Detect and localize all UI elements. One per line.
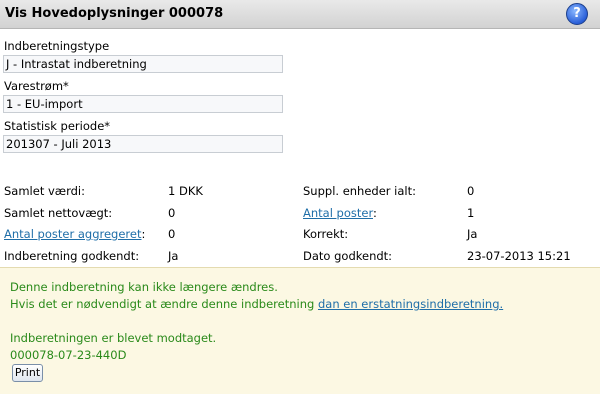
samlet-vaerdi-label: Samlet værdi: — [4, 184, 85, 198]
antal-poster-value: 1 — [467, 206, 475, 220]
replace-message: Hvis det er nødvendigt at ændre denne in… — [10, 297, 503, 311]
samlet-nettovaegt-label: Samlet nettovægt: — [4, 206, 113, 220]
samlet-nettovaegt-value: 0 — [168, 206, 176, 220]
page-header: Vis Hovedoplysninger 000078 ? — [0, 0, 600, 29]
antal-poster-aggregeret-link[interactable]: Antal poster aggregeret — [4, 227, 142, 241]
indberetning-godkendt-label: Indberetning godkendt: — [4, 249, 140, 263]
page-title: Vis Hovedoplysninger 000078 — [5, 6, 224, 21]
varestrom-label: Varestrøm* — [4, 79, 69, 93]
print-button[interactable]: Print — [12, 364, 43, 382]
korrekt-value: Ja — [467, 227, 478, 241]
dato-godkendt-label: Dato godkendt: — [303, 249, 393, 263]
antal-poster-aggregeret-value: 0 — [168, 227, 176, 241]
antal-poster-cell: Antal poster: — [303, 206, 377, 220]
antal-poster-link[interactable]: Antal poster — [303, 206, 373, 220]
statistisk-periode-label: Statistisk periode* — [4, 119, 111, 133]
antal-poster-aggregeret-cell: Antal poster aggregeret: — [4, 227, 146, 241]
suppl-enheder-value: 0 — [467, 184, 475, 198]
suppl-enheder-label: Suppl. enheder ialt: — [303, 184, 417, 198]
received-message: Indberetningen er blevet modtaget. — [10, 331, 217, 345]
indberetning-godkendt-value: Ja — [168, 249, 179, 263]
replacement-report-link[interactable]: dan en erstatningsindberetning. — [318, 297, 503, 311]
replace-message-text: Hvis det er nødvendigt at ændre denne in… — [10, 297, 318, 311]
korrekt-label: Korrekt: — [303, 227, 349, 241]
dato-godkendt-value: 23-07-2013 15:21 — [467, 249, 571, 263]
samlet-vaerdi-value: 1 DKK — [168, 184, 203, 198]
locked-message: Denne indberetning kan ikke længere ændr… — [10, 280, 278, 294]
receipt-number: 000078-07-23-440D — [10, 348, 127, 362]
statistisk-periode-field: 201307 - Juli 2013 — [3, 135, 283, 153]
indberetningstype-label: Indberetningstype — [4, 39, 110, 53]
indberetningstype-field: J - Intrastat indberetning — [3, 55, 283, 73]
help-icon[interactable]: ? — [566, 3, 588, 25]
varestrom-field: 1 - EU-import — [3, 95, 283, 113]
